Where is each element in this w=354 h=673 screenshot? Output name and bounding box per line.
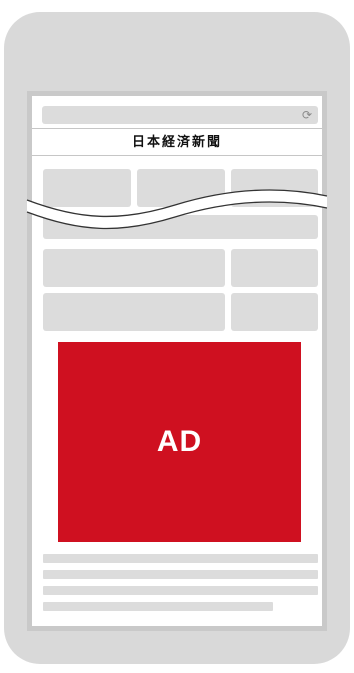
article-tile[interactable] (231, 293, 318, 331)
article-tile[interactable] (231, 249, 318, 287)
article-tile[interactable] (43, 249, 225, 287)
text-line (43, 554, 318, 563)
text-line (43, 586, 318, 595)
text-line (43, 602, 273, 611)
text-line (43, 570, 318, 579)
ad-banner[interactable]: AD (58, 342, 301, 542)
article-tile[interactable] (43, 293, 225, 331)
ad-label: AD (156, 425, 203, 458)
